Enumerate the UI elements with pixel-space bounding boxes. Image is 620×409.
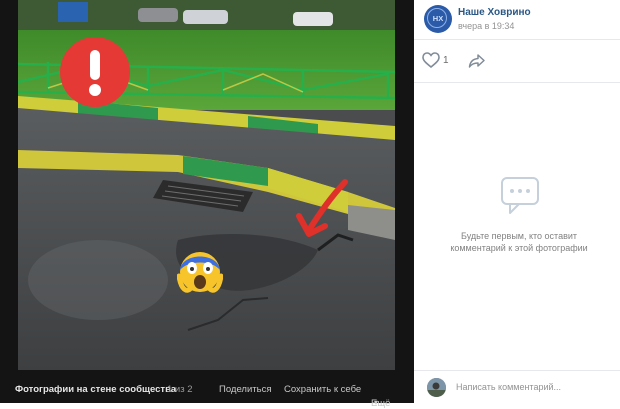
photo-viewer: Фотографии на стене сообщества 1 из 2 По… bbox=[0, 0, 414, 409]
photo-side-panel: НХ Наше Ховрино вчера в 19:34 1 Будьте п… bbox=[414, 0, 620, 403]
group-avatar[interactable]: НХ bbox=[424, 5, 452, 33]
save-button[interactable]: Сохранить к себе bbox=[284, 384, 361, 395]
photo[interactable] bbox=[18, 0, 395, 370]
group-initials: НХ bbox=[432, 14, 444, 23]
viewer-bottom-bar: Фотографии на стене сообщества 1 из 2 По… bbox=[0, 370, 414, 409]
post-header: НХ Наше Ховрино вчера в 19:34 bbox=[414, 0, 620, 40]
post-date[interactable]: вчера в 19:34 bbox=[458, 21, 514, 31]
exclamation-icon bbox=[60, 37, 130, 107]
photo-counter: 1 из 2 bbox=[167, 384, 193, 395]
heart-icon bbox=[422, 52, 440, 69]
group-name-link[interactable]: Наше Ховрино bbox=[458, 7, 531, 18]
comment-bubble-icon bbox=[501, 177, 539, 214]
user-avatar[interactable] bbox=[427, 378, 446, 397]
comment-composer: Написать комментарий... bbox=[414, 370, 620, 404]
album-title-link[interactable]: Фотографии на стене сообщества bbox=[15, 384, 176, 395]
share-button[interactable]: Поделиться bbox=[219, 384, 271, 395]
scared-emoji-icon bbox=[177, 252, 223, 293]
comment-input[interactable]: Написать комментарий... bbox=[456, 382, 561, 392]
no-comments-text: Будьте первым, кто оставит комментарий к… bbox=[450, 231, 588, 253]
like-button[interactable]: 1 bbox=[422, 52, 458, 70]
like-count: 1 bbox=[443, 55, 449, 66]
share-arrow-icon[interactable] bbox=[468, 53, 486, 69]
post-actions: 1 bbox=[414, 40, 620, 83]
avatar-image bbox=[427, 378, 446, 397]
red-arrow-icon bbox=[296, 179, 348, 237]
